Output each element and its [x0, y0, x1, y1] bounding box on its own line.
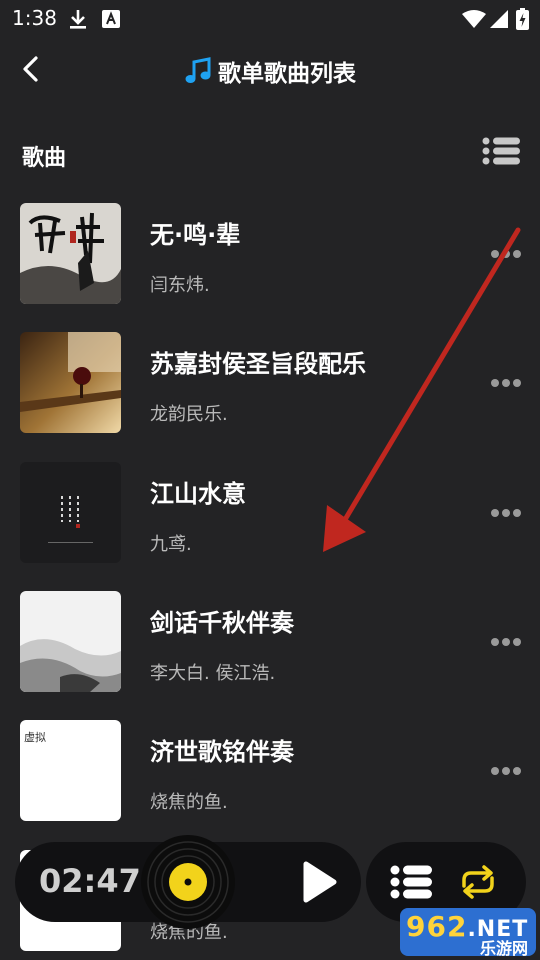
site-watermark-logo: 962.NET 乐游网: [400, 908, 536, 956]
repeat-loop-icon[interactable]: [456, 862, 500, 902]
elapsed-time: 02:47: [39, 862, 141, 900]
playlist-queue-icon[interactable]: [390, 862, 432, 902]
watermark-site: 乐游网: [479, 939, 528, 956]
vinyl-disc-icon[interactable]: [140, 834, 236, 930]
play-button[interactable]: [300, 860, 338, 904]
watermark-brand: 962: [406, 910, 468, 943]
annotation-arrow: [323, 227, 521, 552]
mini-player[interactable]: 02:47: [15, 835, 361, 929]
